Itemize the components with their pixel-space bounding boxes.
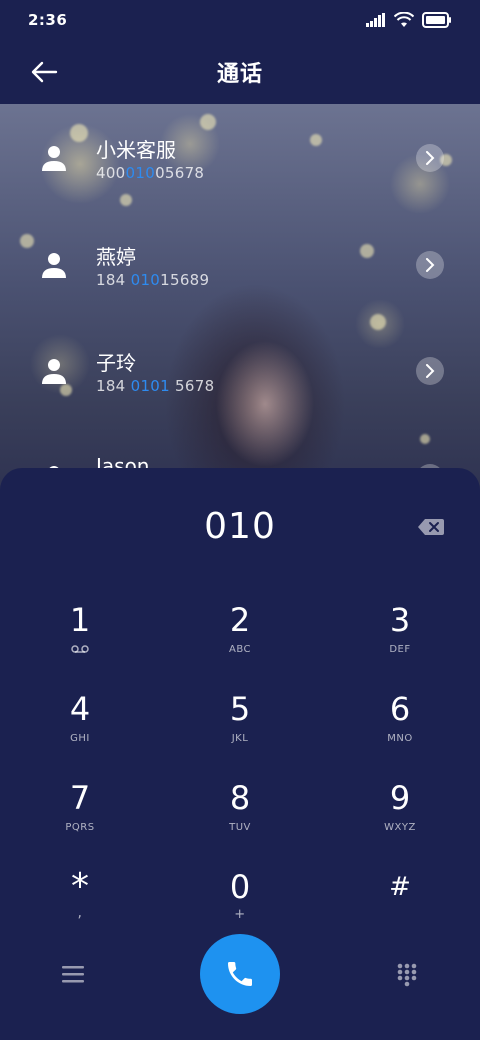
contact-item[interactable]: Jason	[0, 424, 480, 474]
wifi-icon	[394, 12, 414, 27]
key-letters: DEF	[389, 644, 411, 655]
key-3[interactable]: 3 DEF	[340, 596, 460, 676]
contact-number: 184 0101 5678	[96, 377, 215, 395]
back-arrow-icon[interactable]	[28, 58, 60, 86]
key-hash[interactable]: #	[340, 863, 460, 943]
key-letters: JKL	[231, 733, 249, 744]
key-letters: WXYZ	[384, 822, 416, 833]
key-digit: 4	[69, 690, 91, 728]
contact-item[interactable]: 子玲 184 0101 5678	[0, 317, 480, 417]
key-digit: 3	[389, 601, 411, 639]
key-digit: #	[389, 872, 411, 902]
key-letters: GHI	[70, 733, 90, 744]
key-letters: PQRS	[65, 822, 95, 833]
key-star[interactable]: * ,	[20, 863, 140, 943]
key-5[interactable]: 5 JKL	[180, 685, 300, 765]
menu-icon[interactable]	[62, 964, 84, 984]
key-digit: 7	[69, 779, 91, 817]
dialed-number[interactable]: 010	[0, 506, 480, 547]
phone-icon	[228, 962, 252, 986]
contact-item[interactable]: 燕婷 184 01015689	[0, 211, 480, 311]
contact-number: 40001005678	[96, 164, 205, 182]
contact-name: 燕婷	[96, 245, 136, 269]
key-8[interactable]: 8 TUV	[180, 774, 300, 854]
dialpad-icon[interactable]	[396, 962, 418, 988]
backspace-icon[interactable]	[418, 518, 444, 536]
key-0[interactable]: 0 +	[180, 863, 300, 943]
key-letters: ,	[77, 905, 83, 921]
status-time: 2:36	[28, 11, 68, 29]
key-9[interactable]: 9 WXYZ	[340, 774, 460, 854]
dialpad-panel: 010 1 2 ABC 3 DEF 4 GHI 5 JKL 6 MNO 7 PQ…	[0, 468, 480, 1040]
contact-item[interactable]: 小米客服 40001005678	[0, 104, 480, 204]
chevron-right-icon	[426, 151, 435, 165]
key-digit: *	[71, 866, 89, 907]
call-button[interactable]	[200, 934, 280, 1014]
battery-icon	[422, 12, 451, 28]
key-letters: ABC	[228, 644, 251, 655]
key-digit: 8	[229, 779, 251, 817]
contact-detail-button[interactable]	[416, 144, 444, 172]
contact-name: 子玲	[96, 351, 136, 375]
status-icons	[366, 12, 452, 28]
key-letters: TUV	[229, 822, 251, 833]
key-digit: 5	[229, 690, 251, 728]
key-digit: 0	[229, 868, 251, 906]
key-digit: 1	[69, 601, 91, 639]
chevron-right-icon	[426, 258, 435, 272]
key-digit: 2	[229, 601, 251, 639]
page-title: 通话	[216, 62, 263, 87]
key-7[interactable]: 7 PQRS	[20, 774, 140, 854]
person-icon	[42, 359, 66, 384]
contact-name: 小米客服	[96, 138, 176, 162]
key-digit: 6	[389, 690, 411, 728]
dialer-screen: 2:36 通话 小米客服 40001005678 燕婷 184 01015689…	[0, 0, 480, 1040]
contact-list: 小米客服 40001005678 燕婷 184 01015689 子玲 184 …	[0, 104, 480, 474]
voicemail-icon	[71, 645, 89, 653]
key-6[interactable]: 6 MNO	[340, 685, 460, 765]
header: 通话	[0, 40, 480, 104]
bottom-action-bar	[0, 934, 480, 1014]
person-icon	[42, 253, 66, 278]
key-letters: MNO	[387, 733, 413, 744]
key-digit: 9	[389, 779, 411, 817]
contact-number: 184 01015689	[96, 271, 210, 289]
signal-icon	[366, 13, 385, 27]
key-1[interactable]: 1	[20, 596, 140, 676]
key-2[interactable]: 2 ABC	[180, 596, 300, 676]
chevron-right-icon	[426, 364, 435, 378]
contact-detail-button[interactable]	[416, 357, 444, 385]
person-icon	[42, 146, 66, 171]
key-letters: +	[234, 907, 246, 922]
status-bar: 2:36	[0, 0, 480, 40]
contact-detail-button[interactable]	[416, 251, 444, 279]
key-4[interactable]: 4 GHI	[20, 685, 140, 765]
